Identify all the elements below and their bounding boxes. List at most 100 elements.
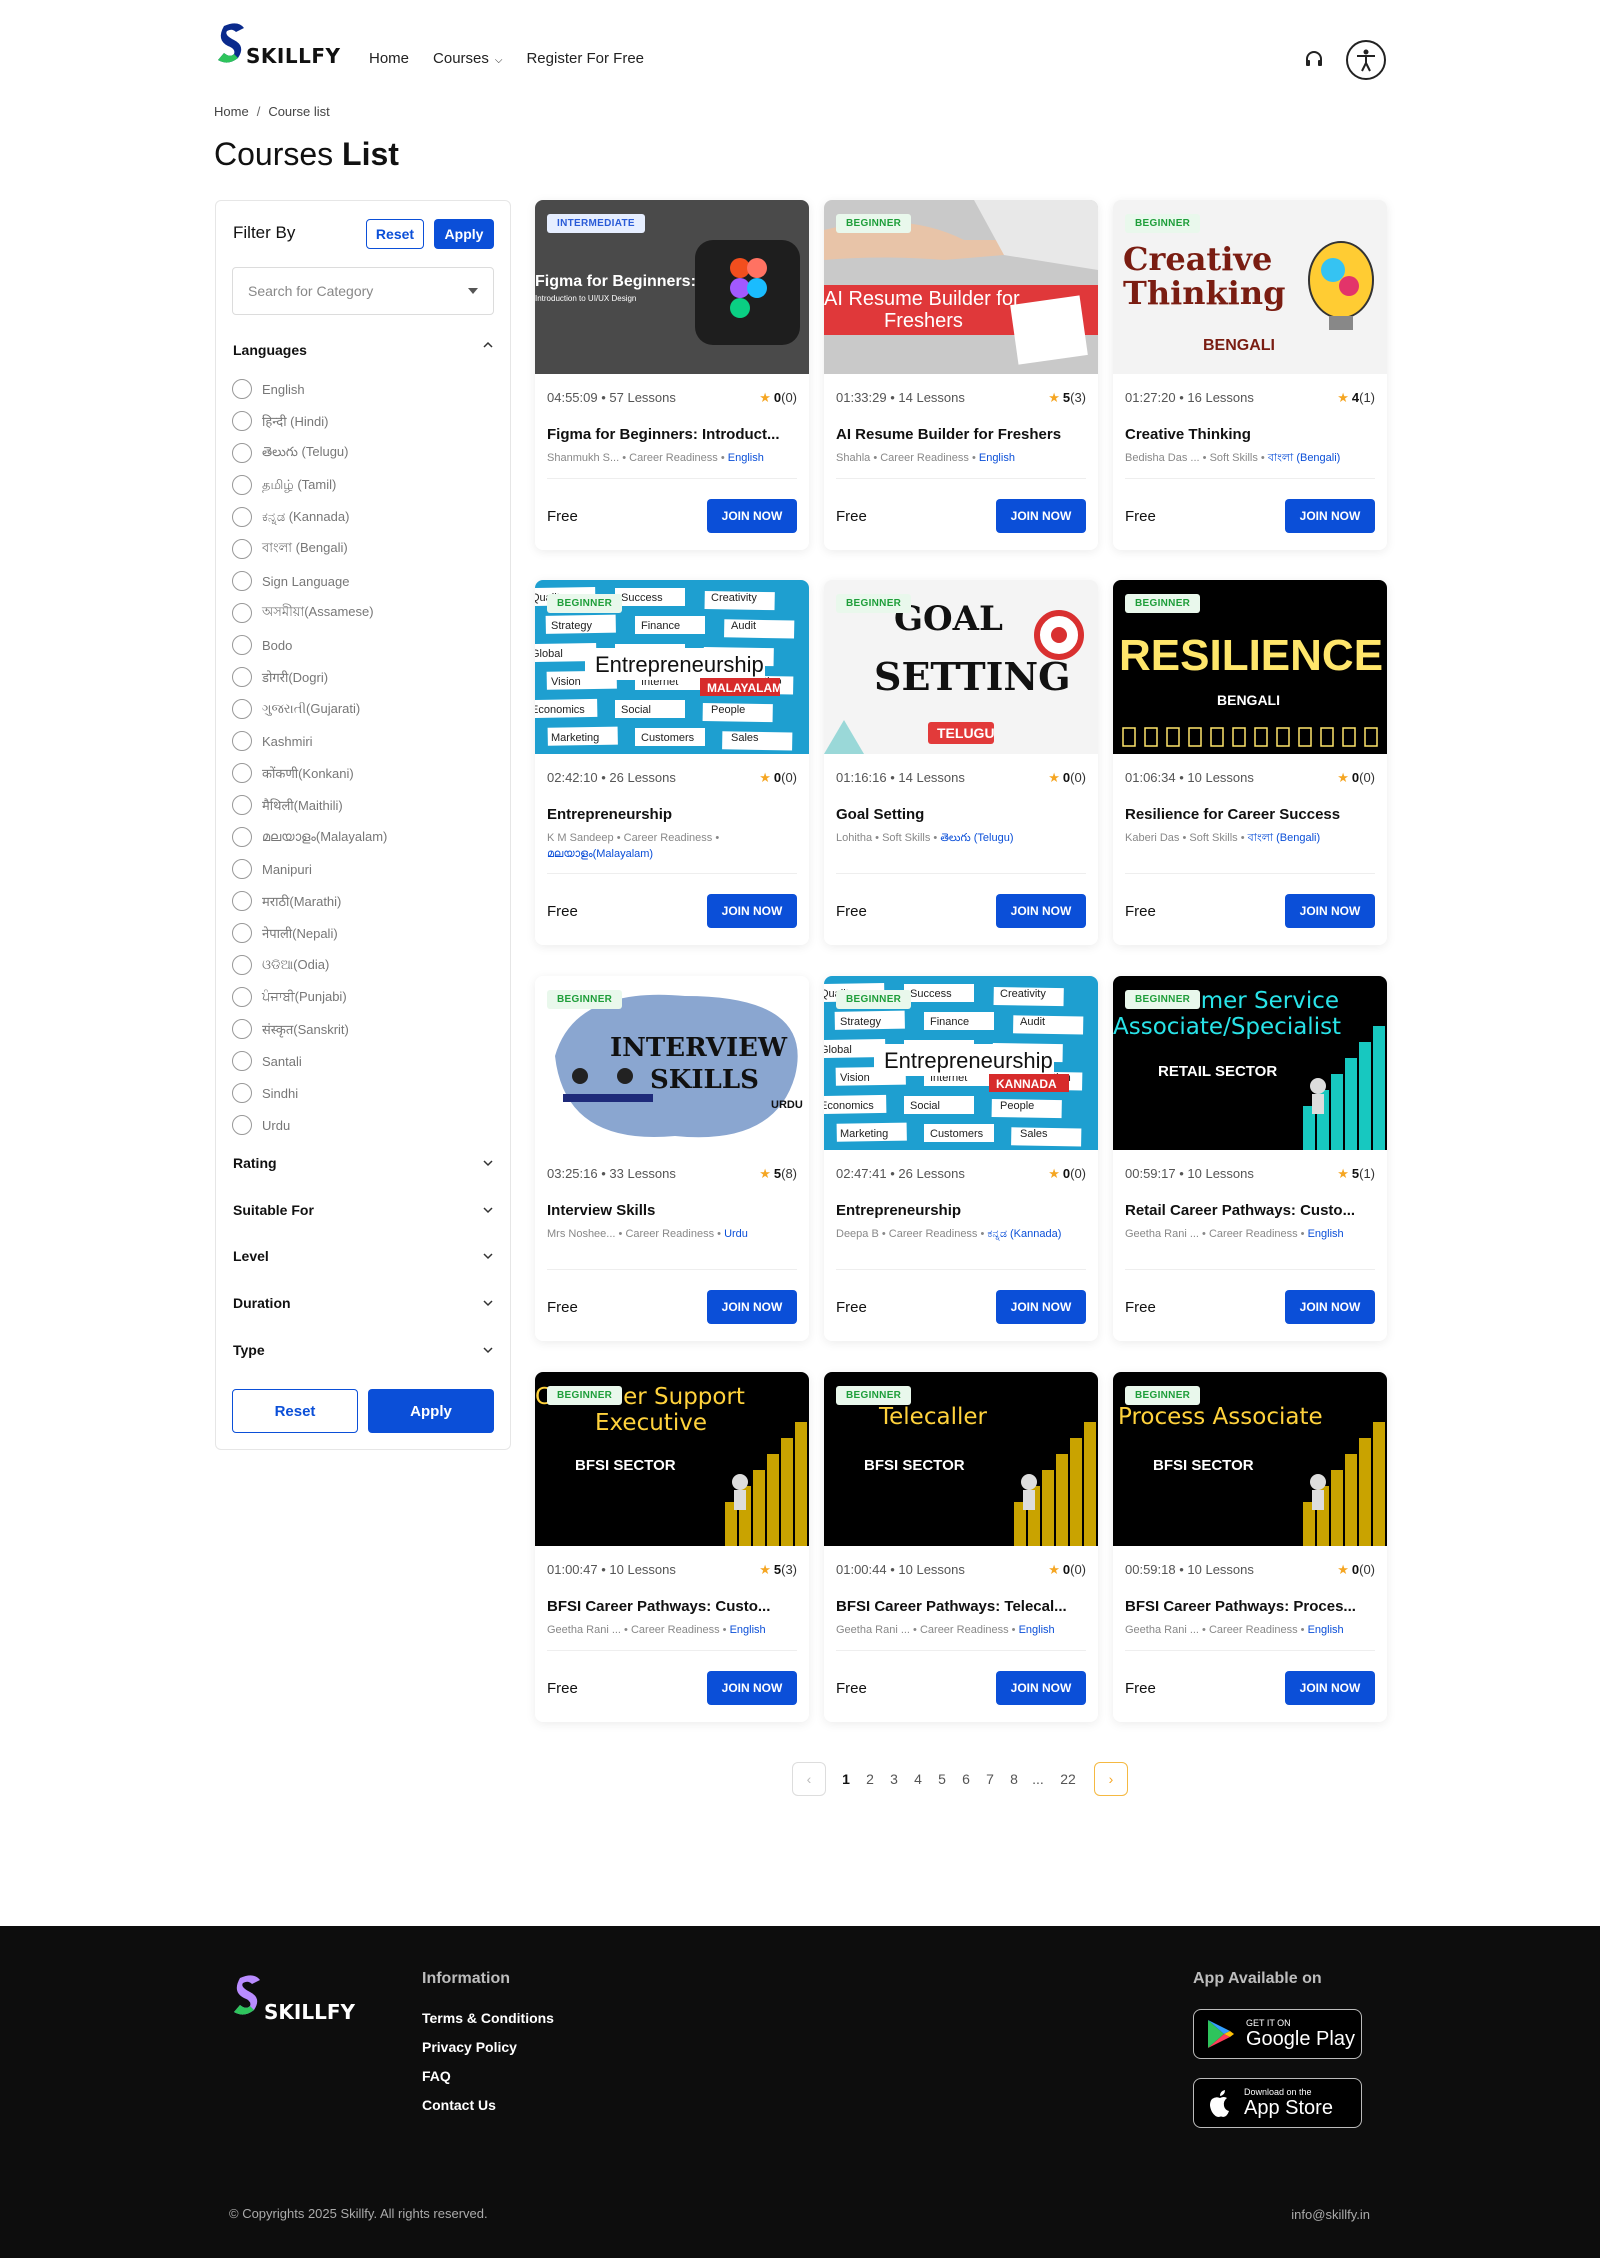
category-select[interactable]: Search for Category — [232, 267, 494, 315]
radio-icon[interactable] — [232, 411, 252, 431]
course-language[interactable]: తెలుగు (Telugu) — [940, 832, 1013, 844]
course-language[interactable]: English — [1308, 1624, 1344, 1636]
course-card[interactable]: GOAL SETTING TELUGU BEGINNER 01:16:16 • 14… — [824, 580, 1098, 945]
language-option[interactable]: नेपाली(Nepali) — [232, 917, 387, 949]
accessibility-icon[interactable] — [1346, 40, 1386, 80]
language-option[interactable]: Urdu — [232, 1109, 387, 1141]
language-option[interactable]: తెలుగు (Telugu) — [232, 437, 387, 469]
radio-icon[interactable] — [232, 443, 252, 463]
course-title[interactable]: Creative Thinking — [1125, 426, 1375, 443]
footer-email[interactable]: info@skillfy.in — [1291, 2207, 1370, 2222]
page-number[interactable]: 5 — [930, 1771, 954, 1787]
course-card[interactable]: Telecaller BFSI SECTOR BEGINNER 01:00:44 … — [824, 1372, 1098, 1722]
link-privacy[interactable]: Privacy Policy — [422, 2039, 554, 2068]
course-thumbnail[interactable]: Creative Thinking BENGALI BEGINNER — [1113, 200, 1387, 374]
chevron-down-icon[interactable] — [482, 1344, 494, 1356]
chevron-down-icon[interactable] — [482, 1204, 494, 1216]
language-option[interactable]: தமிழ் (Tamil) — [232, 469, 387, 501]
radio-icon[interactable] — [232, 955, 252, 975]
course-card[interactable]: Figma for Beginners: Introduction to UI/U… — [535, 200, 809, 550]
language-option[interactable]: Bodo — [232, 629, 387, 661]
radio-icon[interactable] — [232, 539, 252, 559]
join-now-button[interactable]: JOIN NOW — [996, 1290, 1086, 1324]
radio-icon[interactable] — [232, 667, 252, 687]
section-rating[interactable]: Rating — [233, 1155, 277, 1171]
course-title[interactable]: Entrepreneurship — [836, 1202, 1086, 1219]
radio-icon[interactable] — [232, 763, 252, 783]
radio-icon[interactable] — [232, 891, 252, 911]
radio-icon[interactable] — [232, 571, 252, 591]
radio-icon[interactable] — [232, 507, 252, 527]
course-card[interactable]: INTERVIEW SKILLS URDU BEGINNER 03:25:16 • … — [535, 976, 809, 1341]
language-option[interactable]: Kashmiri — [232, 725, 387, 757]
radio-icon[interactable] — [232, 1115, 252, 1135]
section-level[interactable]: Level — [233, 1248, 269, 1264]
language-option[interactable]: ଓଡିଆ(Odia) — [232, 949, 387, 981]
language-option[interactable]: Santali — [232, 1045, 387, 1077]
join-now-button[interactable]: JOIN NOW — [1285, 1671, 1375, 1705]
course-card[interactable]: Process Associate BFSI SECTOR BEGINNER 00… — [1113, 1372, 1387, 1722]
join-now-button[interactable]: JOIN NOW — [707, 894, 797, 928]
radio-icon[interactable] — [232, 699, 252, 719]
language-option[interactable]: ગુજરાતી(Gujarati) — [232, 693, 387, 725]
section-duration[interactable]: Duration — [233, 1295, 291, 1311]
brand-name[interactable]: SKILLFY — [246, 44, 340, 68]
course-thumbnail[interactable]: Figma for Beginners: Introduction to UI/U… — [535, 200, 809, 374]
language-option[interactable]: ਪੰਜਾਬੀ(Punjabi) — [232, 981, 387, 1013]
course-card[interactable]: QualitySuccessCreativityStrategyFinanceA… — [824, 976, 1098, 1341]
course-thumbnail[interactable]: Process Associate BFSI SECTOR BEGINNER — [1113, 1372, 1387, 1546]
course-title[interactable]: Interview Skills — [547, 1202, 797, 1219]
footer-brand[interactable]: SKILLFY — [264, 2000, 355, 2024]
join-now-button[interactable]: JOIN NOW — [707, 499, 797, 533]
language-option[interactable]: कोंकणी(Konkani) — [232, 757, 387, 789]
chevron-down-icon[interactable] — [482, 1250, 494, 1262]
page-number[interactable]: 8 — [1002, 1771, 1026, 1787]
language-option[interactable]: Sign Language — [232, 565, 387, 597]
join-now-button[interactable]: JOIN NOW — [1285, 1290, 1375, 1324]
radio-icon[interactable] — [232, 1051, 252, 1071]
course-title[interactable]: Entrepreneurship — [547, 806, 797, 823]
course-title[interactable]: AI Resume Builder for Freshers — [836, 426, 1086, 443]
page-number[interactable]: 22 — [1050, 1771, 1086, 1787]
language-option[interactable]: Sindhi — [232, 1077, 387, 1109]
join-now-button[interactable]: JOIN NOW — [707, 1671, 797, 1705]
course-card[interactable]: Customer Support Executive BFSI SECTOR BEG… — [535, 1372, 809, 1722]
apply-button[interactable]: Apply — [368, 1389, 494, 1433]
chevron-up-icon[interactable] — [482, 339, 494, 351]
radio-icon[interactable] — [232, 379, 252, 399]
page-number[interactable]: 6 — [954, 1771, 978, 1787]
join-now-button[interactable]: JOIN NOW — [707, 1290, 797, 1324]
breadcrumb-home[interactable]: Home — [214, 104, 249, 119]
course-thumbnail[interactable]: QualitySuccessCreativityStrategyFinanceA… — [824, 976, 1098, 1150]
reset-button-top[interactable]: Reset — [366, 219, 424, 249]
radio-icon[interactable] — [232, 475, 252, 495]
course-language[interactable]: English — [1019, 1624, 1055, 1636]
course-title[interactable]: Resilience for Career Success — [1125, 806, 1375, 823]
course-title[interactable]: BFSI Career Pathways: Telecal... — [836, 1598, 1086, 1615]
course-language[interactable]: English — [728, 452, 764, 464]
page-number[interactable]: 2 — [858, 1771, 882, 1787]
app-store-button[interactable]: Download on the App Store — [1193, 2078, 1362, 2128]
join-now-button[interactable]: JOIN NOW — [1285, 499, 1375, 533]
nav-courses[interactable]: Courses ⌵ — [433, 50, 502, 67]
course-thumbnail[interactable]: AI Resume Builder for Freshers BEGINNER — [824, 200, 1098, 374]
course-thumbnail[interactable]: Telecaller BFSI SECTOR BEGINNER — [824, 1372, 1098, 1546]
radio-icon[interactable] — [232, 635, 252, 655]
next-page-button[interactable]: › — [1094, 1762, 1128, 1796]
course-language[interactable]: English — [730, 1624, 766, 1636]
course-thumbnail[interactable]: Customer Support Executive BFSI SECTOR BEG… — [535, 1372, 809, 1546]
chevron-down-icon[interactable] — [482, 1297, 494, 1309]
language-option[interactable]: বাংলা (Bengali) — [232, 533, 387, 565]
course-card[interactable]: Creative Thinking BENGALI BEGINNER 01:27:2… — [1113, 200, 1387, 550]
radio-icon[interactable] — [232, 1083, 252, 1103]
language-option[interactable]: डोगरी(Dogri) — [232, 661, 387, 693]
apply-button-top[interactable]: Apply — [434, 219, 494, 249]
language-option[interactable]: ಕನ್ನಡ (Kannada) — [232, 501, 387, 533]
language-option[interactable]: मराठी(Marathi) — [232, 885, 387, 917]
page-number[interactable]: 4 — [906, 1771, 930, 1787]
radio-icon[interactable] — [232, 923, 252, 943]
course-language[interactable]: മലയാളം(Malayalam) — [547, 848, 653, 860]
radio-icon[interactable] — [232, 795, 252, 815]
course-card[interactable]: RESILIENCE BENGALI BEGINNER 01:06:34 • 10… — [1113, 580, 1387, 945]
page-number[interactable]: 7 — [978, 1771, 1002, 1787]
